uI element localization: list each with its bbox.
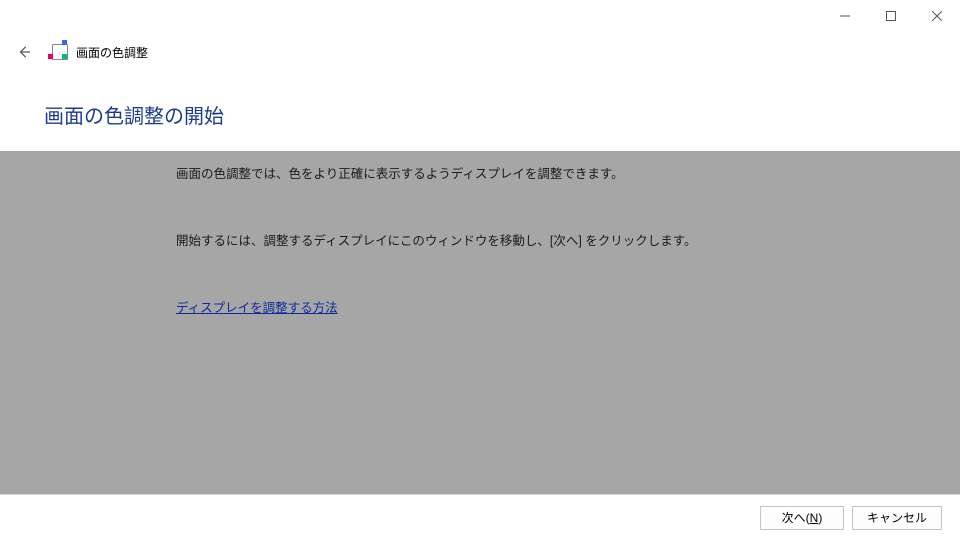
heading-area: 画面の色調整の開始: [0, 72, 960, 151]
minimize-button[interactable]: [822, 0, 868, 32]
maximize-button[interactable]: [868, 0, 914, 32]
cancel-button[interactable]: キャンセル: [852, 506, 942, 530]
next-button[interactable]: 次へ(N): [760, 506, 844, 530]
header-row: 画面の色調整: [0, 32, 960, 72]
next-button-suffix: ): [818, 511, 822, 525]
close-button[interactable]: [914, 0, 960, 32]
window-title: 画面の色調整: [76, 44, 148, 61]
intro-paragraph-2: 開始するには、調整するディスプレイにこのウィンドウを移動し、[次へ] をクリック…: [176, 232, 960, 251]
next-button-mnemonic: N: [810, 511, 819, 525]
app-icon: [52, 44, 68, 60]
back-button[interactable]: [10, 38, 38, 66]
footer-bar: 次へ(N) キャンセル: [0, 494, 960, 540]
title-bar: [0, 0, 960, 32]
help-link[interactable]: ディスプレイを調整する方法: [176, 299, 960, 318]
page-heading: 画面の色調整の開始: [44, 100, 960, 129]
content-area: 画面の色調整では、色をより正確に表示するようディスプレイを調整できます。 開始す…: [0, 151, 960, 501]
intro-paragraph-1: 画面の色調整では、色をより正確に表示するようディスプレイを調整できます。: [176, 165, 960, 184]
next-button-prefix: 次へ(: [782, 509, 810, 526]
